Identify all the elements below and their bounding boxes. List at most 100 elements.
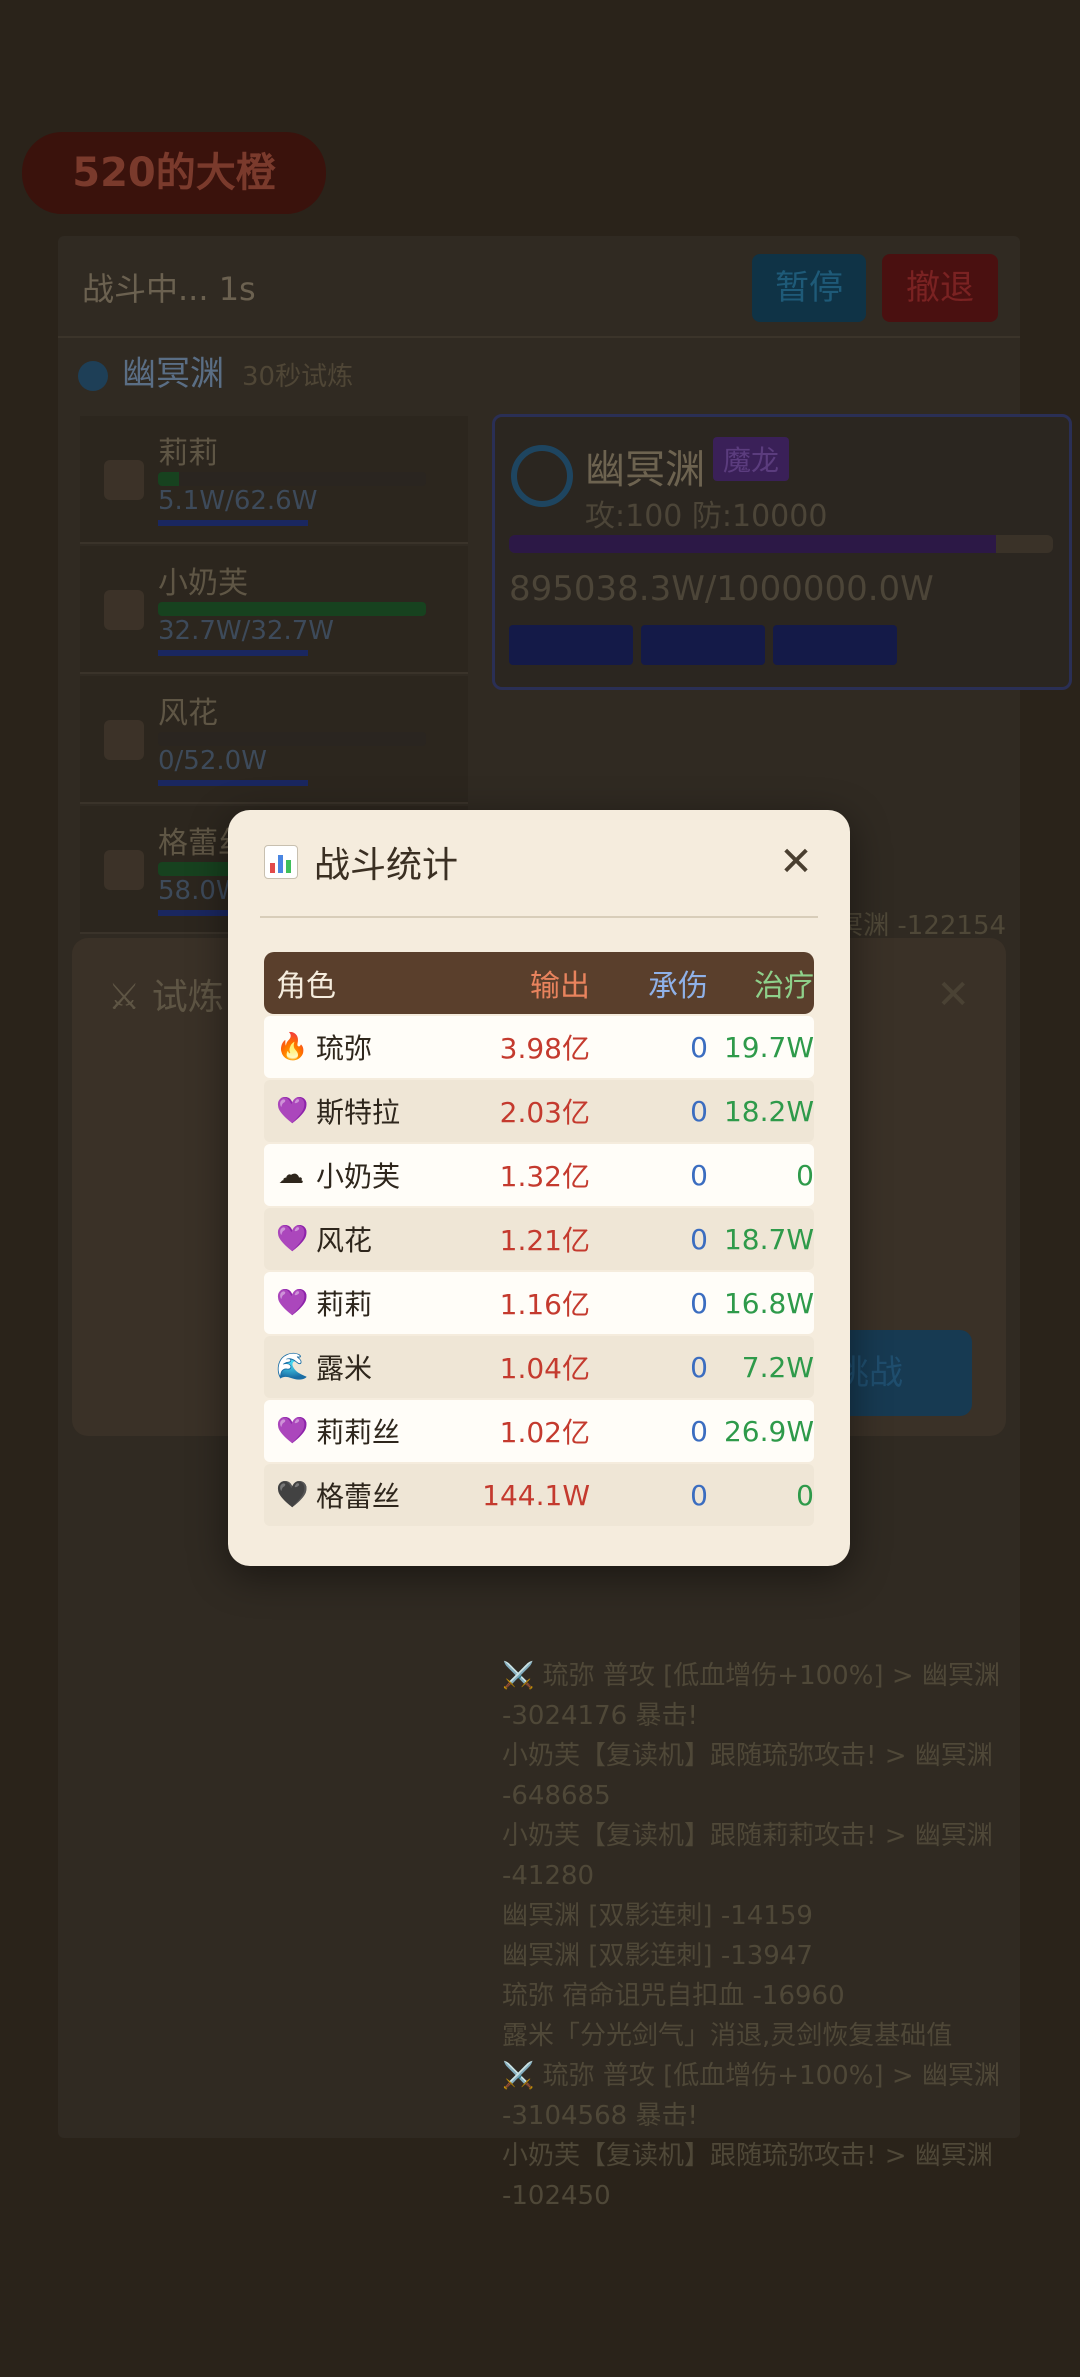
log-line: ⚔️ 琉弥 普攻 [低血增伤+100%] > 幽冥渊 -3024176 暴击! xyxy=(502,1661,1000,1731)
boss-type-tag: 魔龙 xyxy=(713,437,790,481)
team-name-badge: 520的大橙 xyxy=(22,132,326,214)
battle-status: 战斗中... 1s xyxy=(82,270,256,308)
trial-title: ⚔ 试炼 xyxy=(108,977,224,1018)
role-name: 风花 xyxy=(316,1224,373,1257)
cell-tank: 0 xyxy=(690,1286,708,1320)
table-row: 💜 风花 1.21亿 0 18.7W xyxy=(264,1208,814,1270)
fire-icon: 🔥 xyxy=(276,1032,309,1062)
hero-card[interactable]: 小奶芙 32.7W/32.7W xyxy=(80,546,468,674)
role-name: 小奶芙 xyxy=(316,1160,401,1193)
role-name: 露米 xyxy=(316,1352,373,1385)
hero-hp-bar xyxy=(158,472,426,486)
cell-role: 🌊 露米 xyxy=(264,1347,466,1387)
table-row: 💜 莉莉 1.16亿 0 16.8W xyxy=(264,1272,814,1334)
close-icon[interactable]: ✕ xyxy=(778,842,814,882)
boss-card[interactable]: 幽冥渊 魔龙 攻:100 防:10000 895038.3W/1000000.0… xyxy=(492,414,1072,690)
purple-heart-icon: 💜 xyxy=(276,1096,309,1126)
log-line: 小奶芙【复读机】跟随琉弥攻击! > 幽冥渊 -648685 xyxy=(502,1741,993,1811)
table-row: 💜 斯特拉 2.03亿 0 18.2W xyxy=(264,1080,814,1142)
cell-role: 💜 风花 xyxy=(264,1219,466,1259)
role-name: 格蕾丝 xyxy=(316,1480,401,1513)
trial-title-text: 试炼 xyxy=(151,977,224,1018)
header-heal: 治疗 xyxy=(754,969,814,1004)
purple-heart-icon: 💜 xyxy=(276,1224,309,1254)
cloud-icon: ☁ xyxy=(278,1160,304,1190)
boss-skill-chip xyxy=(509,625,633,665)
boss-hp-bar xyxy=(509,535,1053,553)
cell-role: 💜 斯特拉 xyxy=(264,1091,466,1131)
hero-weapon-icon xyxy=(104,850,144,890)
modal-title-text: 战斗统计 xyxy=(314,845,459,886)
header-tank: 承伤 xyxy=(648,969,708,1004)
table-header: 角色 输出 承伤 治疗 xyxy=(264,952,814,1014)
cell-output: 144.1W xyxy=(482,1478,590,1512)
vortex-icon xyxy=(78,360,108,391)
hero-hp-text: 5.1W/62.6W xyxy=(158,486,318,516)
stats-table: 角色 输出 承伤 治疗 🔥 琉弥 3.98亿 0 19.7W 💜 斯特拉 2.03亿 0 18.2… xyxy=(264,952,814,1526)
role-name: 斯特拉 xyxy=(316,1096,401,1129)
hero-name: 莉莉 xyxy=(158,436,218,471)
cell-role: 🔥 琉弥 xyxy=(264,1027,466,1067)
log-line: 小奶芙【复读机】跟随琉弥攻击! > 幽冥渊 -102450 xyxy=(502,2141,993,2211)
boss-header-sub: 30秒试炼 xyxy=(242,362,354,392)
battle-log-lower: ⚔️ 琉弥 普攻 [低血增伤+100%] > 幽冥渊 -3024176 暴击! 小… xyxy=(502,1656,1062,2216)
purple-heart-icon: 💜 xyxy=(276,1288,309,1318)
cell-heal: 26.9W xyxy=(723,1414,814,1448)
cell-tank: 0 xyxy=(690,1094,708,1128)
cell-role: ☁ 小奶芙 xyxy=(264,1155,466,1195)
table-row: 🌊 露米 1.04亿 0 7.2W xyxy=(264,1336,814,1398)
hero-weapon-icon xyxy=(104,460,144,500)
cell-heal: 18.2W xyxy=(723,1094,814,1128)
cell-output: 3.98亿 xyxy=(499,1032,590,1065)
hero-hp-text: 0/52.0W xyxy=(158,746,267,776)
retreat-button[interactable]: 撤退 xyxy=(882,254,998,322)
cell-heal: 16.8W xyxy=(723,1286,814,1320)
battle-stats-modal: 战斗统计 ✕ 角色 输出 承伤 治疗 🔥 琉弥 3.98亿 0 19.7W 💜 斯特拉 2.0… xyxy=(228,810,850,1566)
log-line: 露米「分光剑气」消退,灵剑恢复基础值 xyxy=(502,2021,953,2051)
bar-chart-icon xyxy=(264,845,298,879)
cell-output: 1.02亿 xyxy=(499,1416,590,1449)
modal-title: 战斗统计 xyxy=(264,836,458,888)
divider xyxy=(260,916,818,918)
cell-tank: 0 xyxy=(690,1478,708,1512)
log-line: ⚔️ 琉弥 普攻 [低血增伤+100%] > 幽冥渊 -3104568 暴击! xyxy=(502,2061,1000,2131)
table-row: 🖤 格蕾丝 144.1W 0 0 xyxy=(264,1464,814,1526)
black-heart-icon: 🖤 xyxy=(276,1480,309,1510)
boss-header-name: 幽冥渊 xyxy=(122,354,224,394)
log-line: 琉弥 宿命诅咒自扣血 -16960 xyxy=(502,1981,845,2011)
cell-tank: 0 xyxy=(690,1158,708,1192)
log-line: 幽冥渊 [双影连刺] -14159 xyxy=(502,1901,813,1931)
close-icon[interactable]: ✕ xyxy=(936,972,970,1018)
boss-skill-chip xyxy=(773,625,897,665)
log-line: 小奶芙【复读机】跟随莉莉攻击! > 幽冥渊 -41280 xyxy=(502,1821,993,1891)
header-output: 输出 xyxy=(530,969,590,1004)
boss-header: 幽冥渊 30秒试炼 xyxy=(78,346,353,398)
purple-heart-icon: 💜 xyxy=(276,1416,309,1446)
cell-role: 💜 莉莉 xyxy=(264,1283,466,1323)
hero-mana-bar xyxy=(158,650,308,656)
hero-card[interactable]: 风花 0/52.0W xyxy=(80,676,468,804)
role-name: 琉弥 xyxy=(316,1032,373,1065)
boss-skill-chip xyxy=(641,625,765,665)
hero-hp-bar xyxy=(158,602,426,616)
header-role: 角色 xyxy=(276,969,336,1004)
cell-output: 1.32亿 xyxy=(499,1160,590,1193)
hero-weapon-icon xyxy=(104,590,144,630)
boss-name: 幽冥渊 xyxy=(585,447,705,493)
hero-mana-bar xyxy=(158,780,308,786)
cell-output: 2.03亿 xyxy=(499,1096,590,1129)
cell-tank: 0 xyxy=(690,1222,708,1256)
hero-hp-text: 32.7W/32.7W xyxy=(158,616,334,646)
hero-hp-bar xyxy=(158,732,426,746)
pause-button[interactable]: 暂停 xyxy=(752,254,866,322)
cell-heal: 7.2W xyxy=(741,1350,814,1384)
hero-name: 风花 xyxy=(158,696,218,731)
cell-output: 1.04亿 xyxy=(499,1352,590,1385)
log-line: 幽冥渊 [双影连刺] -13947 xyxy=(502,1941,813,1971)
hero-card[interactable]: 莉莉 5.1W/62.6W xyxy=(80,416,468,544)
role-name: 莉莉丝 xyxy=(316,1416,401,1449)
cell-tank: 0 xyxy=(690,1350,708,1384)
cell-tank: 0 xyxy=(690,1030,708,1064)
wave-icon: 🌊 xyxy=(276,1352,309,1382)
table-row: 💜 莉莉丝 1.02亿 0 26.9W xyxy=(264,1400,814,1462)
